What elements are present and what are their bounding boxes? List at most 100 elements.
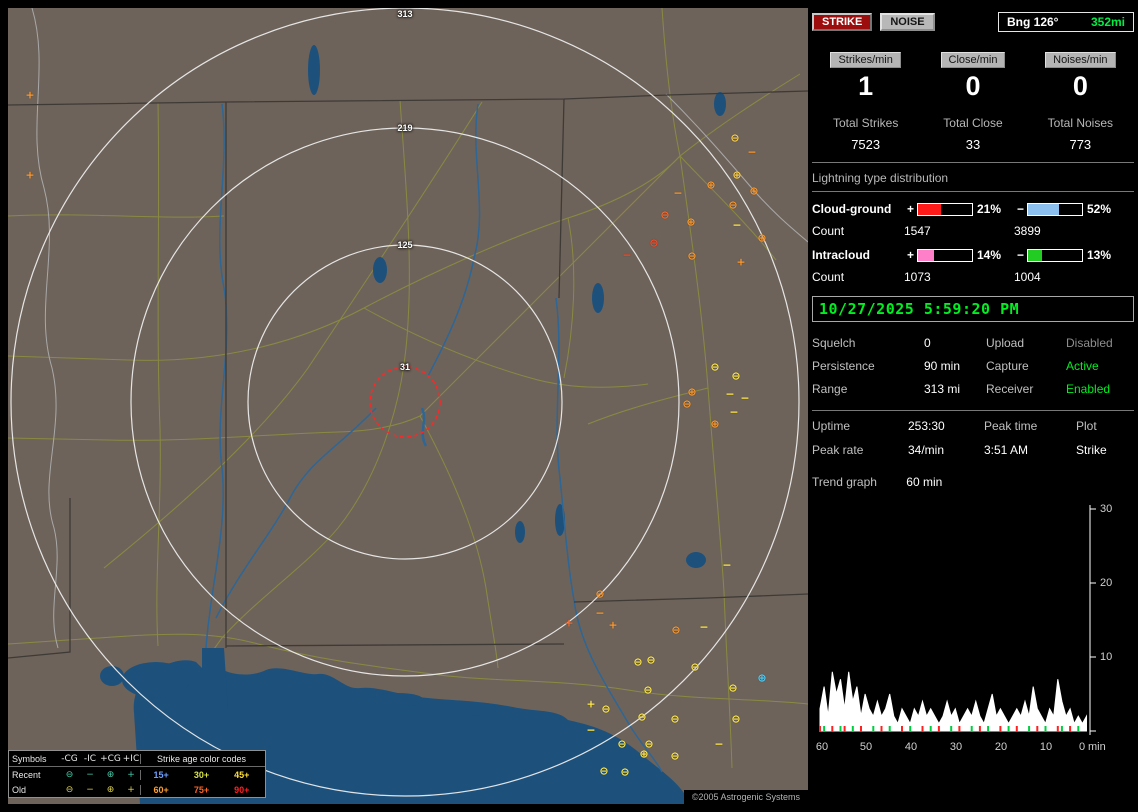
age-60: 60+ — [153, 784, 169, 795]
strike-marker: ⊖ — [670, 712, 680, 726]
trend-graph: 30 20 10 60 50 40 30 20 10 0 min — [812, 499, 1134, 761]
age-90: 90+ — [234, 784, 250, 795]
intracloud-count-row: Count 1073 1004 — [812, 270, 1134, 284]
strike-marker: + — [25, 168, 35, 182]
count-label: Count — [812, 224, 845, 238]
divider — [812, 191, 1134, 192]
app-window: 313 219 125 31 ⊕ ⊕ ⊕ ⊖ − ⊖ ⊕ − ⊕ ⊖ − ⊖ + − ⊖ ⊖ ⊖ ⊕ − − ⊖ − ⊕ + +… — [0, 0, 1138, 812]
strike-marker: ⊖ — [728, 681, 738, 695]
strike-marker: ⊖ — [671, 623, 681, 637]
strike-marker: ⊖ — [649, 236, 659, 250]
strike-marker: ⊖ — [660, 208, 670, 222]
cloud-ground-row: Cloud-ground + 21% − 52% — [812, 202, 1134, 216]
receiver-status: Enabled — [1066, 382, 1111, 396]
strike-marker: ⊕ — [706, 178, 716, 192]
noises-per-min-button[interactable]: Noises/min — [1045, 52, 1116, 68]
squelch-label: Squelch — [812, 336, 856, 350]
x-axis-labels: 60 50 40 30 20 10 0 min — [812, 741, 1134, 757]
control-panel: STRIKE NOISE Bng 126° 352mi Strikes/min … — [812, 8, 1134, 804]
close-per-min-value: 0 — [965, 71, 981, 101]
persistence-label: Persistence — [812, 359, 875, 373]
trend-graph-plot — [812, 499, 1096, 739]
strike-marker: ⊕ — [710, 417, 720, 431]
strike-marker: − — [699, 620, 709, 634]
total-noises-value: 773 — [1069, 137, 1092, 152]
minus-sign: − — [1016, 202, 1024, 216]
x-tick-30: 30 — [949, 741, 963, 753]
ic-negative-percent: 13% — [1087, 248, 1112, 262]
plus-sign: + — [906, 248, 914, 262]
capture-label: Capture — [986, 359, 1029, 373]
total-close-label: Total Close — [943, 116, 1003, 130]
y-tick-20: 20 — [1100, 577, 1113, 589]
strike-marker: − — [714, 737, 724, 751]
range-value: 313 mi — [924, 382, 961, 396]
strike-button[interactable]: STRIKE — [812, 13, 873, 31]
peak-time-label: Peak time — [984, 419, 1038, 433]
noises-per-min-value: 0 — [1072, 71, 1088, 101]
strike-marker: ⊕ — [757, 671, 767, 685]
plot-value: Strike — [1076, 443, 1107, 457]
strike-marker: + — [736, 255, 746, 269]
strike-marker: − — [725, 387, 735, 401]
legend-symbols-header: Symbols — [12, 753, 47, 764]
strike-marker: − — [747, 145, 757, 159]
cloud-ground-count-row: Count 1547 3899 — [812, 224, 1134, 238]
strike-marker: ⊖ — [728, 198, 738, 212]
cg-negative-count: 3899 — [1014, 224, 1041, 238]
total-noises-label: Total Noises — [1047, 116, 1114, 130]
strikes-per-min-value: 1 — [858, 71, 874, 101]
age-15: 15+ — [153, 769, 169, 780]
bearing-display: Bng 126° 352mi — [998, 12, 1134, 32]
age-75: 75+ — [193, 784, 210, 795]
age-30: 30+ — [193, 769, 210, 780]
strike-marker: ⊖ — [595, 587, 605, 601]
noise-button[interactable]: NOISE — [880, 13, 935, 31]
status-section: Uptime 253:30 Peak time Plot Peak rate 3… — [812, 419, 1134, 457]
strike-marker: ⊖ — [643, 683, 653, 697]
plus-icon: + — [127, 784, 135, 795]
upload-status: Disabled — [1066, 336, 1113, 350]
persistence-value: 90 min — [924, 359, 961, 373]
toolbar: STRIKE NOISE Bng 126° 352mi — [812, 12, 1134, 32]
circle-minus-icon: ⊖ — [65, 769, 74, 780]
ic-negative-count: 1004 — [1014, 270, 1041, 284]
y-tick-10: 10 — [1100, 651, 1113, 663]
trend-window-value: 60 min — [906, 475, 943, 489]
bearing-distance: 352mi — [1090, 15, 1125, 29]
strike-marker: − — [595, 606, 605, 620]
map-panel[interactable]: 313 219 125 31 ⊕ ⊕ ⊕ ⊖ − ⊖ ⊕ − ⊕ ⊖ − ⊖ + − ⊖ ⊖ ⊖ ⊕ − − ⊖ − ⊕ + +… — [8, 8, 808, 804]
strike-marker: − — [586, 723, 596, 737]
noises-column: Noises/min 0 Total Noises 773 — [1027, 52, 1134, 152]
range-label: Range — [812, 382, 848, 396]
legend-age-header: Strike age color codes — [140, 753, 262, 764]
strike-marker: − — [622, 248, 632, 262]
strike-layer: ⊕ ⊕ ⊕ ⊖ − ⊖ ⊕ − ⊕ ⊖ − ⊖ + − ⊖ ⊖ ⊖ ⊕ − − ⊖ − ⊕ + + ⊖ + − + ⊖ − − ⊖ ⊖ ⊖ ⊕ ⊖ ⊖ + ⊖… — [8, 8, 808, 804]
plot-label: Plot — [1076, 419, 1097, 433]
strike-marker: − — [732, 218, 742, 232]
peak-rate-label: Peak rate — [812, 443, 864, 457]
x-tick-10: 10 — [1039, 741, 1053, 753]
strike-marker: ⊖ — [690, 660, 700, 674]
squelch-value: 0 — [924, 336, 931, 350]
strike-marker: ⊕ — [686, 215, 696, 229]
strike-marker: ⊖ — [731, 369, 741, 383]
receiver-label: Receiver — [986, 382, 1034, 396]
strike-marker: ⊕ — [687, 385, 697, 399]
close-per-min-button[interactable]: Close/min — [940, 52, 1006, 68]
strike-marker: ⊕ — [749, 184, 759, 198]
strike-marker: − — [729, 405, 739, 419]
total-strikes-label: Total Strikes — [832, 116, 899, 130]
x-tick-40: 40 — [904, 741, 918, 753]
uptime-value: 253:30 — [908, 419, 945, 433]
strike-marker: + — [608, 618, 618, 632]
peak-time-value: 3:51 AM — [984, 443, 1029, 457]
close-column: Close/min 0 Total Close 33 — [919, 52, 1026, 152]
legend-old-label: Old — [12, 784, 27, 795]
strikes-per-min-button[interactable]: Strikes/min — [830, 52, 901, 68]
cg-negative-percent: 52% — [1087, 202, 1112, 216]
strike-marker: ⊖ — [682, 397, 692, 411]
strike-marker: − — [673, 186, 683, 200]
circle-plus-icon: ⊕ — [106, 784, 115, 795]
peak-rate-value: 34/min — [908, 443, 945, 457]
